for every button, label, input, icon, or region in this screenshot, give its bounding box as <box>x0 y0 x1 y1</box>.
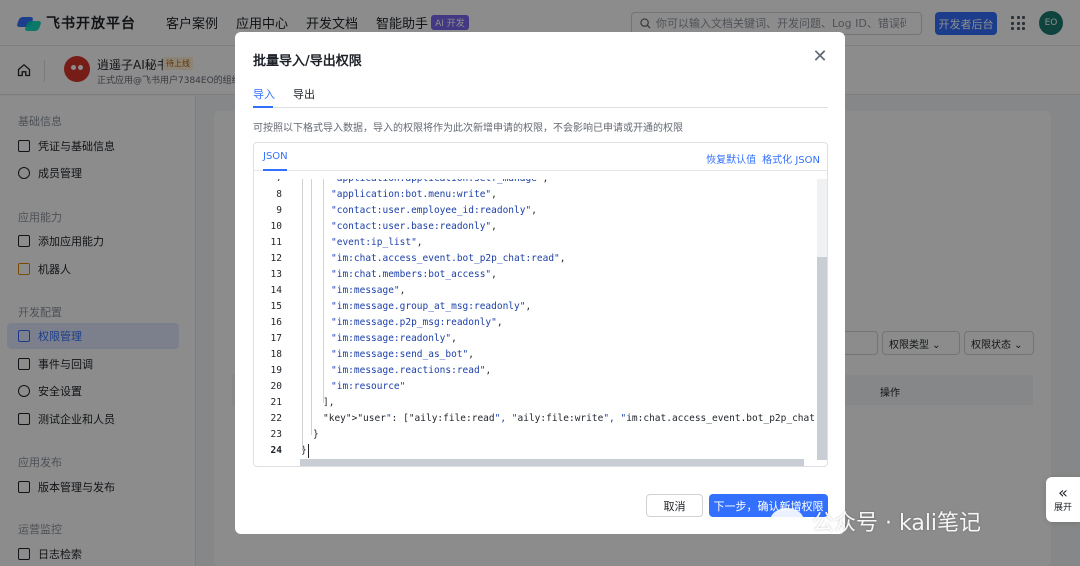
double-chevron-left-icon: « <box>1058 483 1068 502</box>
import-hint: 可按照以下格式导入数据，导入的权限将作为此次新增申请的权限，不会影响已申请或开通… <box>253 123 683 134</box>
tab-import[interactable]: 导入 <box>253 86 275 102</box>
dialog-tabs: 导入 导出 <box>253 82 828 108</box>
code-line: 15 "im:message.group_at_msg:readonly", <box>254 299 817 315</box>
code-text: "im:message.reactions:read", <box>331 365 492 376</box>
watermark: 公众号 · kali笔记 <box>770 505 981 537</box>
line-number: 7 <box>254 179 282 187</box>
line-number: 23 <box>270 429 282 440</box>
line-number: 20 <box>270 381 282 392</box>
dialog-title: 批量导入/导出权限 <box>253 54 362 69</box>
restore-default-link[interactable]: 恢复默认值 <box>706 151 756 166</box>
line-number: 11 <box>270 237 282 248</box>
expand-label: 展开 <box>1053 503 1072 513</box>
code-line: 23} <box>254 427 817 443</box>
line-number: 14 <box>270 285 282 296</box>
indent-guide <box>323 179 324 403</box>
code-line: 19 "im:message.reactions:read", <box>254 363 817 379</box>
watermark-text: 公众号 · kali笔记 <box>812 511 982 536</box>
vertical-scrollbar-thumb[interactable] <box>817 257 827 460</box>
line-number: 18 <box>270 349 282 360</box>
code-text: "im:resource" <box>331 381 406 392</box>
line-number: 9 <box>276 205 282 216</box>
indent-guide <box>311 179 312 435</box>
code-text: } <box>313 429 319 440</box>
code-line: 10 "contact:user.base:readonly", <box>254 219 817 235</box>
code-text: "im:chat.access_event.bot_p2p_chat:read"… <box>331 253 566 264</box>
editor-tab-indicator <box>263 169 287 171</box>
code-text: "im:message", <box>331 285 406 296</box>
code-line: 7 "application:application:self_manage", <box>254 179 817 187</box>
line-number: 17 <box>270 333 282 344</box>
close-icon[interactable]: ✕ <box>811 48 829 66</box>
code-line: 13 "im:chat.members:bot_access", <box>254 267 817 283</box>
expand-panel-button[interactable]: « 展开 <box>1046 477 1080 522</box>
code-line: 17 "im:message:readonly", <box>254 331 817 347</box>
line-number: 21 <box>270 397 282 408</box>
code-line: 14 "im:message", <box>254 283 817 299</box>
code-text: "event:ip_list", <box>331 237 423 248</box>
code-line: 20 "im:resource" <box>254 379 817 395</box>
line-number: 16 <box>270 317 282 328</box>
editor-tab-json[interactable]: JSON <box>263 151 288 162</box>
code-text: "im:chat.members:bot_access", <box>331 269 497 280</box>
code-line: 8 "application:bot.menu:write", <box>254 187 817 203</box>
code-line: 24} <box>254 443 817 459</box>
code-text: "im:message:send_as_bot", <box>331 349 475 360</box>
code-line: 9 "contact:user.employee_id:readonly", <box>254 203 817 219</box>
editor-actions: 恢复默认值 格式化 JSON <box>700 151 820 166</box>
code-text: "application:application:self_manage", <box>331 179 548 187</box>
indent-guide <box>302 179 303 451</box>
active-tab-indicator <box>253 106 273 108</box>
code-line: 18 "im:message:send_as_bot", <box>254 347 817 363</box>
text-caret <box>308 444 309 458</box>
line-number: 8 <box>276 189 282 200</box>
line-number: 13 <box>270 269 282 280</box>
editor-header: JSON 恢复默认值 格式化 JSON <box>254 143 827 171</box>
tab-export[interactable]: 导出 <box>293 86 315 102</box>
code-text: ], <box>323 397 335 408</box>
code-text: "key">"user": ["aily:file:read", "aily:f… <box>323 413 817 424</box>
code-line: 22 "key">"user": ["aily:file:read", "aily… <box>254 411 817 427</box>
horizontal-scrollbar[interactable] <box>300 459 804 466</box>
code-line: 21], <box>254 395 817 411</box>
code-line: 16 "im:message.p2p_msg:readonly", <box>254 315 817 331</box>
code-text: "contact:user.base:readonly", <box>331 221 497 232</box>
code-text: "im:message:readonly", <box>331 333 457 344</box>
code-line: 11 "event:ip_list", <box>254 235 817 251</box>
cancel-button[interactable]: 取消 <box>646 494 703 517</box>
code-area[interactable]: 7"application:application:self_manage",8… <box>254 179 817 460</box>
format-json-link[interactable]: 格式化 JSON <box>762 151 820 166</box>
line-number: 22 <box>270 413 282 424</box>
line-number: 10 <box>270 221 282 232</box>
code-text: "contact:user.employee_id:readonly", <box>331 205 537 216</box>
json-editor[interactable]: JSON 恢复默认值 格式化 JSON 7 "application:applic… <box>253 142 828 467</box>
code-text: "im:message.p2p_msg:readonly", <box>331 317 503 328</box>
line-number: 19 <box>270 365 282 376</box>
line-number: 24 <box>270 445 282 456</box>
line-number: 15 <box>270 301 282 312</box>
line-number: 12 <box>270 253 282 264</box>
wechat-logo-icon <box>770 508 804 534</box>
code-line: 12 "im:chat.access_event.bot_p2p_chat:rea… <box>254 251 817 267</box>
code-text: "application:bot.menu:write", <box>331 189 497 200</box>
code-text: "im:message.group_at_msg:readonly", <box>331 301 532 312</box>
batch-import-export-dialog: 批量导入/导出权限 ✕ 导入 导出 可按照以下格式导入数据，导入的权限将作为此次… <box>235 32 845 534</box>
